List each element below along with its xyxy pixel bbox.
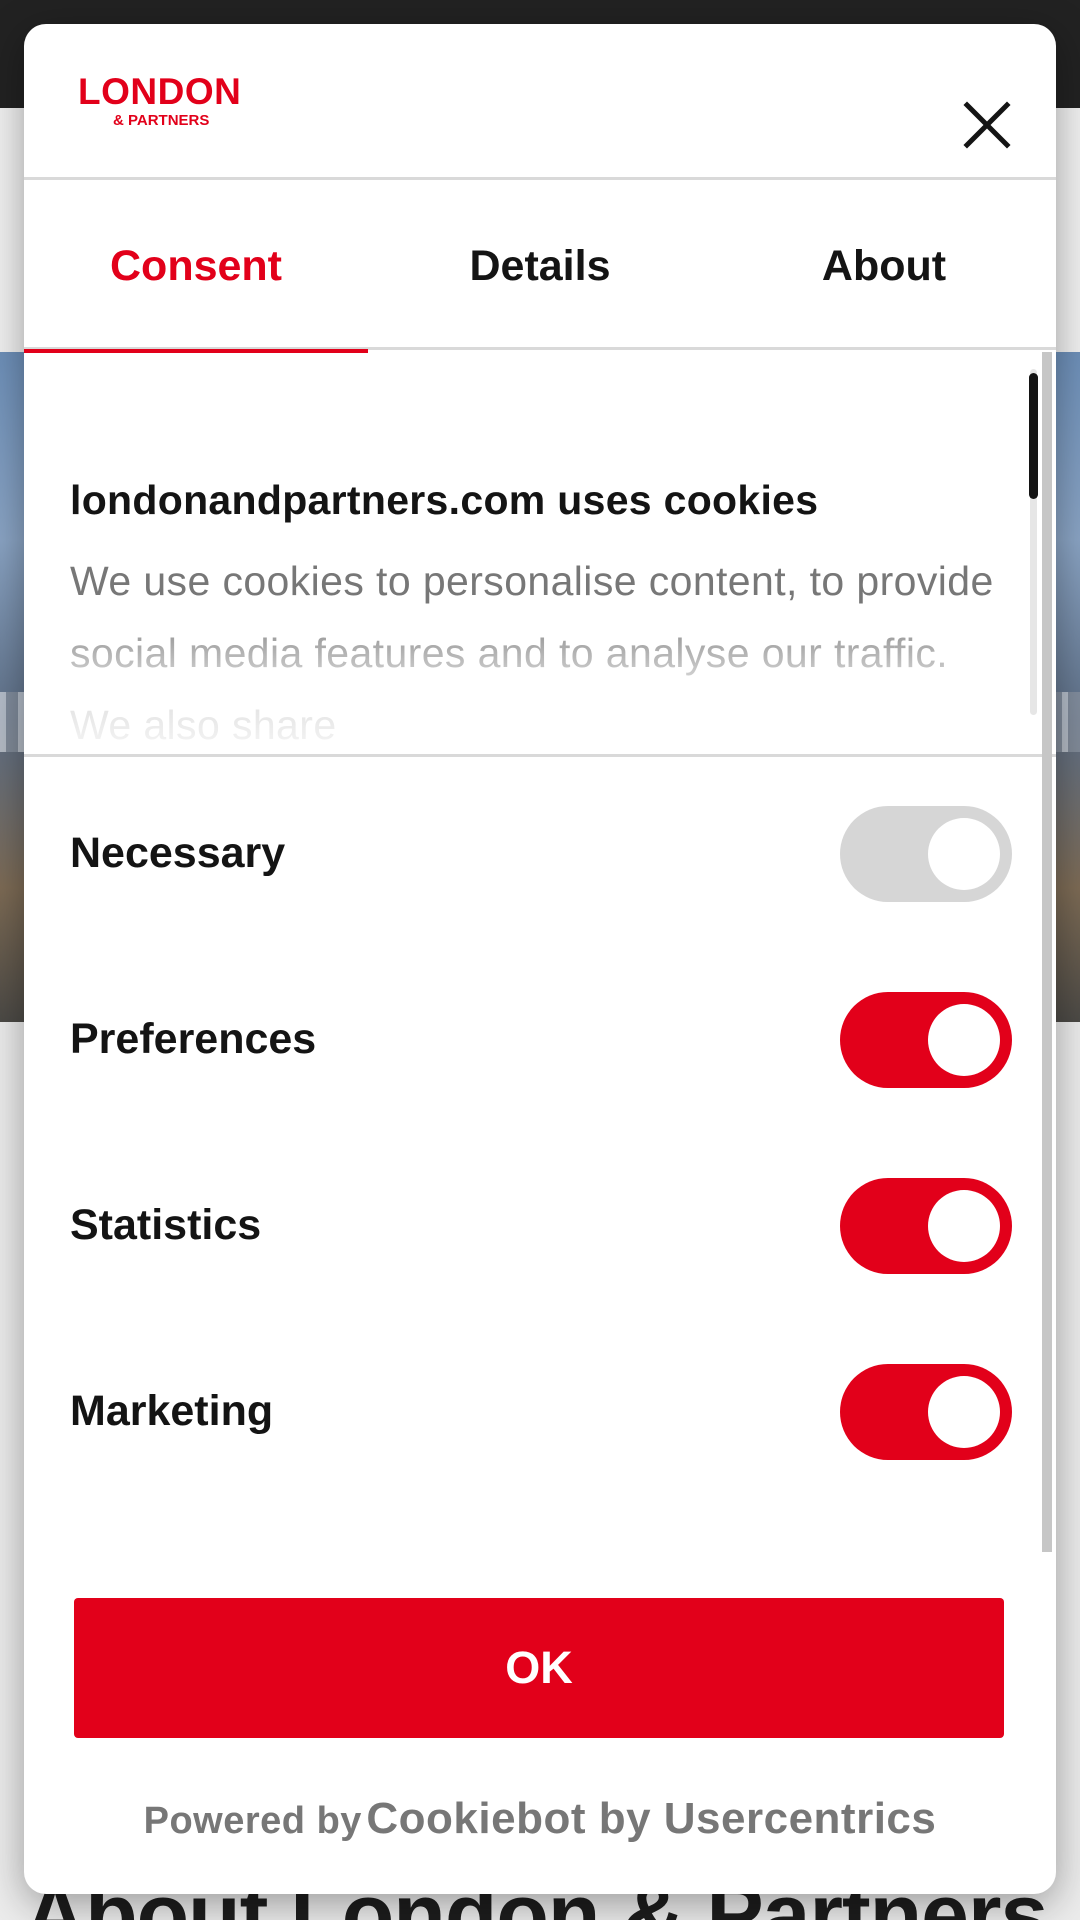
- intro-title: londonandpartners.com uses cookies: [70, 477, 819, 523]
- intro-body: We use cookies to personalise content, t…: [70, 558, 994, 748]
- cookiebot-link[interactable]: Cookiebot by Usercentrics: [366, 1794, 936, 1843]
- intro-scroll-area[interactable]: londonandpartners.com uses cookies We us…: [24, 353, 1056, 757]
- consent-label: Necessary: [70, 829, 286, 877]
- consent-label: Preferences: [70, 1015, 317, 1063]
- consent-toggle-list: Necessary Preferences Statistics Marketi…: [24, 760, 1056, 1520]
- consent-row-necessary: Necessary: [24, 760, 1056, 946]
- consent-label: Statistics: [70, 1201, 262, 1249]
- tab-consent[interactable]: Consent: [24, 182, 368, 353]
- tab-details[interactable]: Details: [368, 182, 712, 350]
- close-icon: [963, 101, 1011, 149]
- london-partners-logo: LONDON & PARTNERS: [78, 72, 258, 152]
- powered-by-prefix: Powered by: [143, 1800, 362, 1842]
- marketing-toggle[interactable]: [840, 1364, 1012, 1460]
- logo-main-text: LONDON: [78, 71, 242, 112]
- consent-row-statistics: Statistics: [24, 1132, 1056, 1318]
- consent-label: Marketing: [70, 1387, 274, 1435]
- toggle-knob: [928, 1376, 1000, 1448]
- preferences-toggle[interactable]: [840, 992, 1012, 1088]
- consent-row-marketing: Marketing: [24, 1318, 1056, 1504]
- dialog-scrollbar[interactable]: [1042, 352, 1052, 1552]
- necessary-toggle: [840, 806, 1012, 902]
- statistics-toggle[interactable]: [840, 1178, 1012, 1274]
- cookie-consent-dialog: LONDON & PARTNERS Consent Details About …: [24, 24, 1056, 1894]
- toggle-knob: [928, 1190, 1000, 1262]
- tab-about[interactable]: About: [712, 182, 1056, 350]
- toggle-knob: [928, 818, 1000, 890]
- dialog-header: LONDON & PARTNERS: [24, 24, 1056, 180]
- consent-row-preferences: Preferences: [24, 946, 1056, 1132]
- consent-tabs: Consent Details About: [24, 182, 1056, 353]
- ok-button[interactable]: OK: [74, 1598, 1004, 1738]
- close-button[interactable]: [960, 98, 1014, 152]
- logo-sub-text: & PARTNERS: [113, 112, 210, 129]
- toggle-knob: [928, 1004, 1000, 1076]
- powered-by-footer: Powered by Cookiebot by Usercentrics: [24, 1794, 1056, 1854]
- intro-scrollbar-thumb[interactable]: [1029, 373, 1038, 499]
